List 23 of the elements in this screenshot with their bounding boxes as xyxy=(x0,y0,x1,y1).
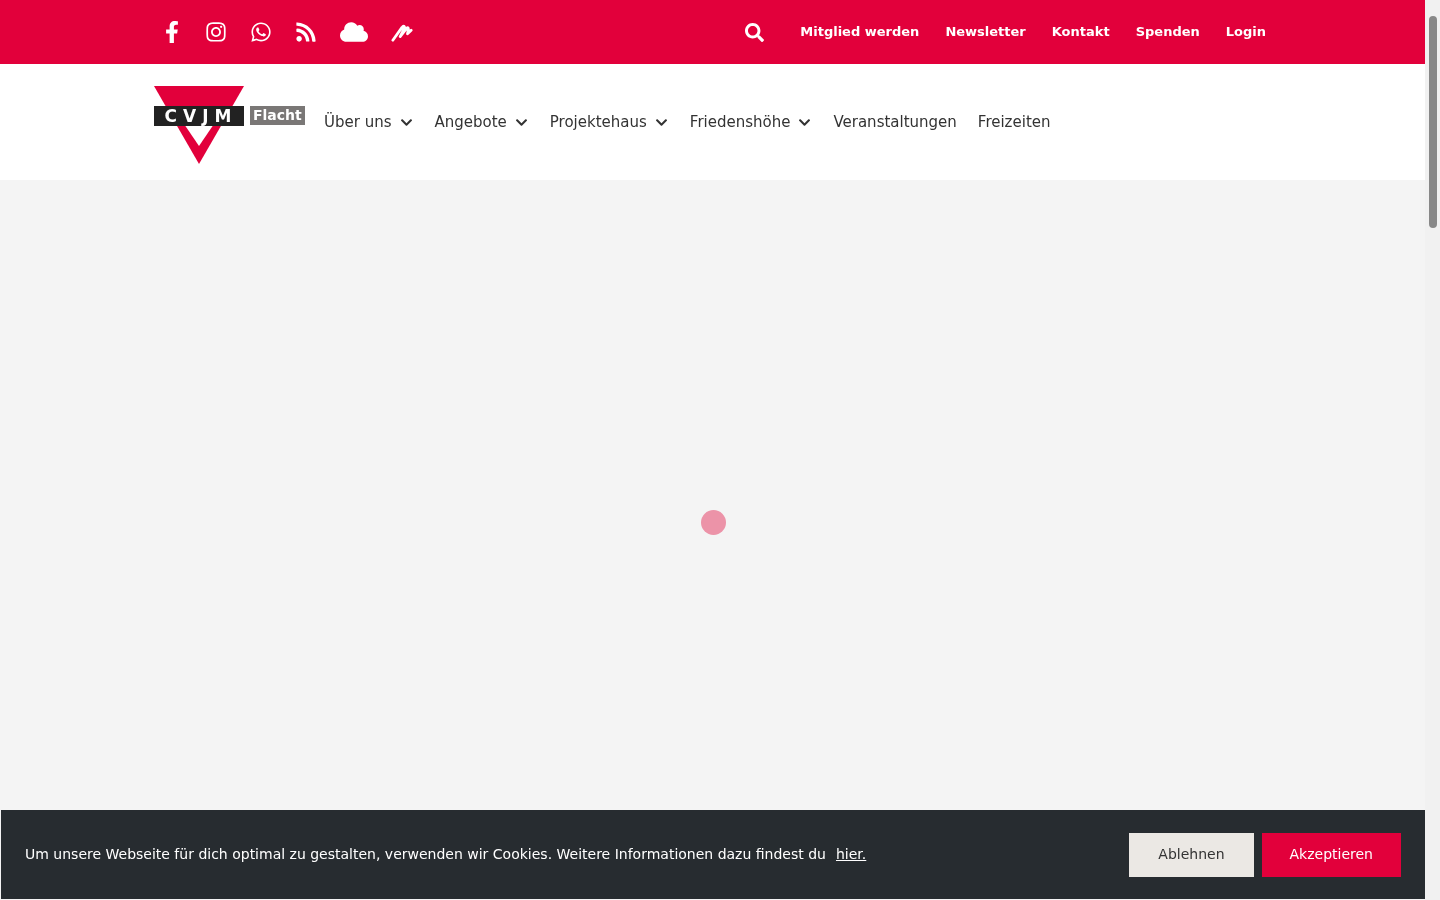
nav-item[interactable]: Projektehaus xyxy=(549,110,669,134)
logo-place: Flacht xyxy=(250,106,305,125)
more-info-link[interactable]: hier. xyxy=(836,844,867,865)
nav-item[interactable]: Friedenshöhe xyxy=(689,110,813,134)
nav-item[interactable]: Über uns xyxy=(324,110,414,134)
nav-item[interactable]: Veranstaltungen xyxy=(833,110,957,134)
instagram-icon[interactable] xyxy=(205,21,227,43)
rss-icon[interactable] xyxy=(295,21,317,43)
accept-button[interactable]: Akzeptieren xyxy=(1261,832,1401,877)
top-link[interactable]: Kontakt xyxy=(1051,22,1110,42)
top-link[interactable]: Newsletter xyxy=(945,22,1026,42)
top-link[interactable]: Spenden xyxy=(1135,22,1200,42)
cloud-icon[interactable] xyxy=(340,20,368,44)
decline-button[interactable]: Ablehnen xyxy=(1129,832,1254,877)
top-link[interactable]: Mitglied werden xyxy=(800,22,920,42)
search-icon[interactable] xyxy=(745,22,765,42)
scrollbar[interactable] xyxy=(1425,0,1440,900)
cookie-text: Um unsere Webseite für dich optimal zu gestalten, verwenden wir Cookies. Weitere Informationen dazu findest du xyxy=(25,845,826,864)
logo-mark: CVJM xyxy=(154,106,244,126)
nav-item[interactable]: Freizeiten xyxy=(977,110,1051,134)
top-link[interactable]: Login xyxy=(1225,22,1266,42)
whatsapp-icon[interactable] xyxy=(250,21,272,43)
nav-item[interactable]: Angebote xyxy=(434,110,529,134)
